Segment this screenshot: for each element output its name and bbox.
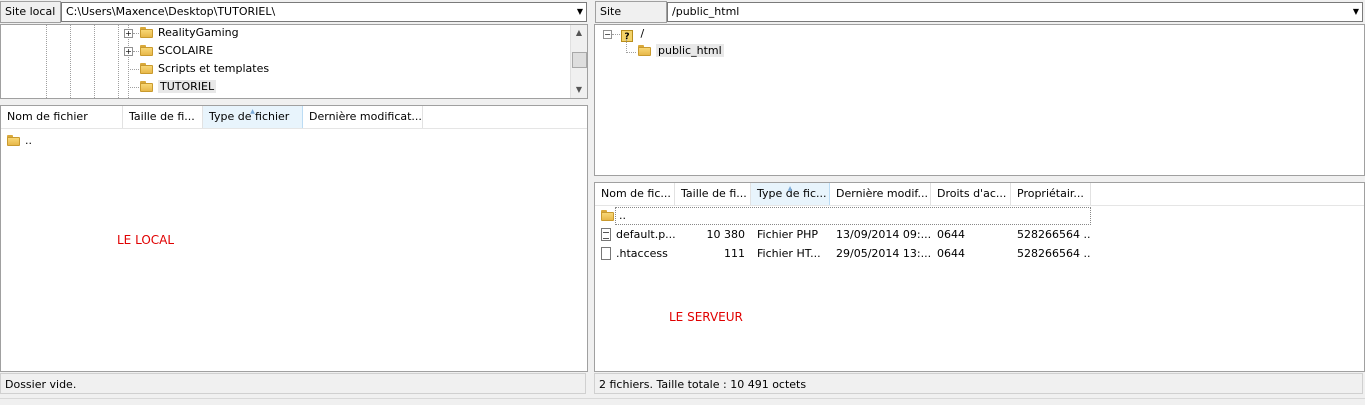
column-header-permissions[interactable]: Droits d'ac... <box>931 183 1011 205</box>
folder-icon <box>140 62 154 74</box>
remote-status-bar: 2 fichiers. Taille totale : 10 491 octet… <box>594 373 1363 394</box>
local-tree-item-label: TUTORIEL <box>158 80 217 93</box>
tree-guide-line <box>128 69 139 70</box>
column-header-modified[interactable]: Dernière modificat... <box>303 106 423 128</box>
scrollbar-thumb[interactable] <box>572 52 587 68</box>
expand-icon[interactable]: + <box>124 47 133 56</box>
folder-icon <box>140 26 154 38</box>
column-header-name[interactable]: Nom de fichier <box>1 106 123 128</box>
remote-file-list[interactable]: Nom de fic... Taille de fi... Type de fi… <box>594 182 1365 372</box>
table-row[interactable]: .. <box>601 207 675 225</box>
local-directory-tree[interactable]: + RealityGaming + SCOLAIRE Scripts et te… <box>0 24 588 99</box>
remote-list-header: Nom de fic... Taille de fi... Type de fi… <box>595 183 1364 206</box>
focus-outline <box>615 207 1091 225</box>
file-permissions: 0644 <box>937 247 965 260</box>
folder-icon <box>7 134 21 146</box>
tree-guide-line <box>118 25 119 98</box>
local-file-list[interactable]: Nom de fichier Taille de fi... Type de f… <box>0 105 588 372</box>
local-tree-item-label: Scripts et templates <box>158 62 270 75</box>
local-status-bar: Dossier vide. <box>0 373 586 394</box>
file-permissions: 0644 <box>937 228 965 241</box>
remote-tree-item-selected[interactable]: public_html <box>638 42 724 60</box>
question-folder-icon: ? <box>621 30 633 42</box>
scroll-down-icon[interactable]: ▼ <box>571 82 587 98</box>
tree-guide-line <box>94 25 95 98</box>
local-path-combobox[interactable]: C:\Users\Maxence\Desktop\TUTORIEL\ ▼ <box>61 2 587 22</box>
remote-annotation: LE SERVEUR <box>669 310 743 324</box>
local-tree-item-label: RealityGaming <box>158 26 239 39</box>
local-site-label: Site local : <box>0 1 61 38</box>
column-header-modified[interactable]: Dernière modif... <box>830 183 931 205</box>
remote-tree-item-root[interactable]: ? / <box>621 25 644 43</box>
remote-path-combobox[interactable]: /public_html ▼ <box>667 2 1363 22</box>
folder-icon <box>140 80 154 92</box>
column-header-size[interactable]: Taille de fi... <box>123 106 203 128</box>
file-owner: 528266564 ... <box>1017 247 1091 260</box>
folder-icon <box>601 209 615 221</box>
file-type: Fichier PHP <box>757 228 818 241</box>
expand-icon[interactable]: + <box>124 29 133 38</box>
file-icon <box>601 247 611 260</box>
tree-guide-line <box>46 25 47 98</box>
file-size: 10 380 <box>706 228 746 241</box>
scroll-up-icon[interactable]: ▲ <box>571 25 587 41</box>
tree-guide-line <box>626 52 636 53</box>
local-tree-scrollbar[interactable]: ▲ ▼ <box>570 25 587 98</box>
remote-tree-item-label: public_html <box>656 44 724 57</box>
local-tree-item[interactable]: Scripts et templates <box>140 60 269 78</box>
local-path-value: C:\Users\Maxence\Desktop\TUTORIEL\ <box>66 5 276 18</box>
tree-guide-line <box>128 87 139 88</box>
local-list-header: Nom de fichier Taille de fi... Type de f… <box>1 106 587 129</box>
file-owner: 528266564 ... <box>1017 228 1091 241</box>
local-annotation: LE LOCAL <box>117 233 175 247</box>
file-name: .. <box>25 134 32 147</box>
folder-icon <box>638 44 652 56</box>
column-header-name[interactable]: Nom de fic... <box>595 183 675 205</box>
tree-guide-line <box>612 34 620 35</box>
remote-directory-tree[interactable]: − ? / public_html <box>594 24 1365 176</box>
collapse-icon[interactable]: − <box>603 30 612 39</box>
remote-site-label: Site distant : <box>595 1 667 38</box>
list-item[interactable]: .. <box>7 132 117 150</box>
local-tree-item-selected[interactable]: TUTORIEL <box>140 78 217 96</box>
file-modified: 13/09/2014 09:... <box>836 228 930 241</box>
file-name: .htaccess <box>616 247 668 260</box>
file-modified: 29/05/2014 13:... <box>836 247 930 260</box>
file-size: 111 <box>724 247 745 260</box>
tree-guide-line <box>133 33 139 34</box>
file-type: Fichier HT... <box>757 247 821 260</box>
folder-icon <box>140 44 154 56</box>
table-row[interactable]: .htaccess <box>601 245 679 263</box>
tree-guide-line <box>70 25 71 98</box>
file-name: default.p... <box>616 228 676 241</box>
file-name: .. <box>619 209 626 222</box>
php-file-icon <box>601 228 611 241</box>
column-header-type[interactable]: Type de fic... <box>751 183 830 205</box>
local-tree-item-label: SCOLAIRE <box>158 44 214 57</box>
chevron-down-icon[interactable]: ▼ <box>577 3 583 21</box>
column-header-owner[interactable]: Propriétair... <box>1011 183 1091 205</box>
table-row[interactable]: default.p... <box>601 226 679 244</box>
remote-path-value: /public_html <box>672 5 740 18</box>
tree-guide-line <box>133 51 139 52</box>
tree-guide-line <box>626 39 627 53</box>
column-header-size[interactable]: Taille de fi... <box>675 183 751 205</box>
local-tree-item[interactable]: SCOLAIRE <box>140 42 213 60</box>
local-tree-item[interactable]: RealityGaming <box>140 25 239 42</box>
column-header-type[interactable]: Type de fichier <box>203 106 303 128</box>
remote-tree-item-label: / <box>640 27 645 40</box>
chevron-down-icon[interactable]: ▼ <box>1353 3 1359 21</box>
